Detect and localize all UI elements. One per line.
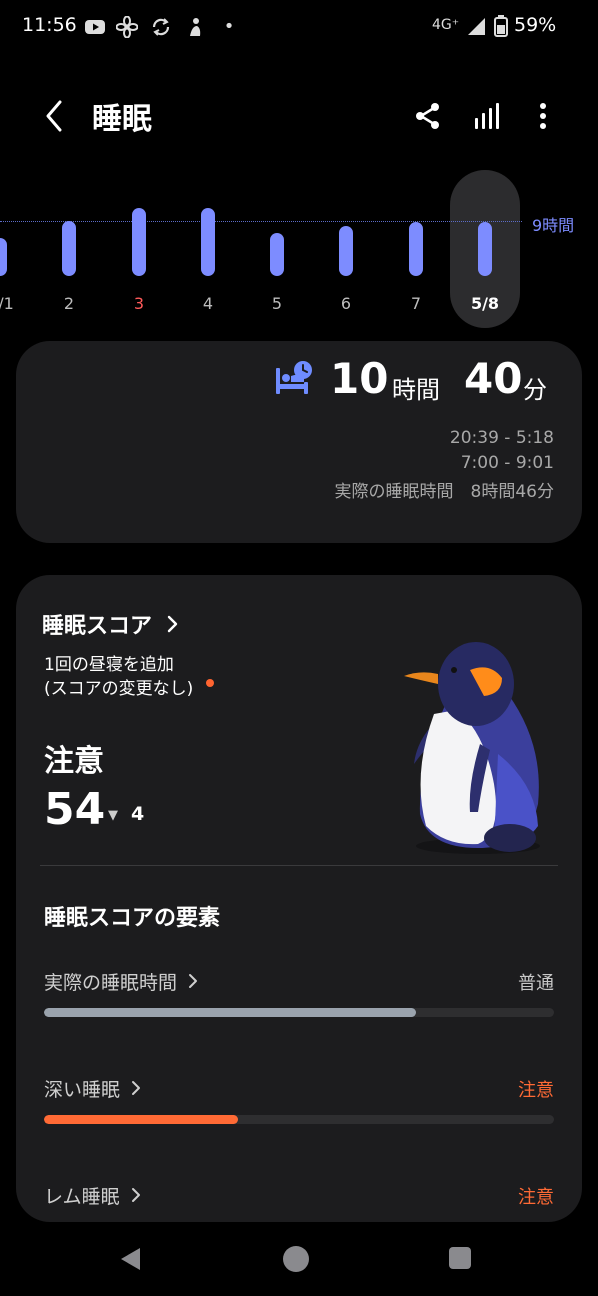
chart-bar[interactable]	[0, 237, 7, 276]
chevron-right-icon	[167, 615, 178, 633]
factor-progress-fill	[44, 1115, 238, 1124]
factor-label: レム睡眠	[44, 1186, 120, 1208]
nap-note: 1回の昼寝を追加	[44, 655, 174, 675]
nav-back-icon[interactable]	[118, 1246, 144, 1272]
chevron-right-icon	[131, 1188, 140, 1202]
more-icon	[540, 103, 546, 129]
battery-percentage: 59%	[514, 14, 557, 36]
dot-icon: •	[223, 16, 235, 37]
chart-bar[interactable]	[409, 222, 423, 276]
fan-icon	[116, 16, 138, 38]
total-sleep-minutes: 40	[464, 354, 523, 403]
nap-note-detail: (スコアの変更なし)	[44, 679, 194, 699]
back-button[interactable]	[36, 94, 76, 138]
figure-icon	[190, 18, 201, 36]
factor-status: 普通	[518, 973, 554, 994]
page-title: 睡眠	[92, 102, 152, 137]
minutes-unit: 分	[523, 376, 547, 404]
nav-home-icon[interactable]	[283, 1246, 309, 1272]
chart-bar[interactable]	[270, 233, 284, 276]
share-button[interactable]	[410, 98, 446, 134]
youtube-icon	[85, 20, 105, 34]
factor-label: 深い睡眠	[44, 1079, 121, 1101]
down-triangle-icon: ▼	[108, 808, 118, 823]
chart-day-label[interactable]: 4	[188, 294, 228, 313]
sleep-period-1: 20:39 - 5:18	[449, 428, 554, 448]
network-type: 4G⁺	[432, 17, 460, 33]
score-value: 54	[44, 784, 106, 835]
chart-bar[interactable]	[201, 207, 215, 276]
signal-icon	[468, 18, 485, 35]
chart-day-label[interactable]: 7	[396, 294, 436, 313]
factor-link[interactable]: 深い睡眠	[44, 1075, 144, 1102]
score-change: 4	[131, 803, 145, 825]
factor-progress-fill	[44, 1008, 417, 1017]
factor-label: 実際の睡眠時間	[44, 972, 178, 994]
factor-progress-track	[44, 1115, 554, 1124]
stats-icon	[475, 103, 499, 129]
status-time: 11:56	[22, 14, 77, 36]
factor-status: 注意	[518, 1080, 554, 1101]
chart-day-label[interactable]: 2	[49, 294, 89, 313]
divider	[40, 865, 558, 866]
chart-bar[interactable]	[478, 222, 492, 276]
score-status: 注意	[44, 744, 104, 779]
sleep-score-link[interactable]: 睡眠スコア	[42, 608, 181, 640]
nav-recents-icon[interactable]	[449, 1247, 471, 1269]
status-bar: 11:56 • 4G⁺ 59%	[0, 0, 598, 54]
chart-day-label[interactable]: 3	[119, 294, 159, 313]
battery-icon	[494, 15, 508, 37]
bed-clock-icon	[276, 361, 312, 394]
sleep-score-title: 睡眠スコア	[42, 614, 153, 639]
sync-icon	[152, 18, 170, 36]
sleep-period-2: 7:00 - 9:01	[460, 453, 554, 473]
share-icon	[416, 103, 439, 129]
factor-progress-track	[44, 1008, 554, 1017]
chart-day-label[interactable]: /1	[0, 294, 26, 313]
factor-link[interactable]: レム睡眠	[44, 1182, 144, 1209]
factor-link[interactable]: 実際の睡眠時間	[44, 968, 201, 995]
chevron-left-icon	[46, 100, 62, 132]
chart-day-label[interactable]: 6	[326, 294, 366, 313]
chart-day-label[interactable]: 5/8	[465, 294, 505, 313]
chevron-right-icon	[189, 974, 198, 988]
factor-status: 注意	[518, 1187, 554, 1208]
more-options-button[interactable]	[528, 98, 558, 134]
sleep-chart[interactable]	[0, 160, 598, 340]
hours-unit: 時間	[392, 376, 440, 404]
chart-bar[interactable]	[132, 207, 146, 276]
stats-button[interactable]	[470, 98, 506, 134]
factors-title: 睡眠スコアの要素	[44, 906, 221, 931]
chart-day-label[interactable]: 5	[257, 294, 297, 313]
actual-sleep-time: 実際の睡眠時間 8時間46分	[334, 482, 554, 502]
chart-bar[interactable]	[62, 220, 76, 276]
new-indicator-dot	[206, 679, 214, 687]
total-sleep-hours: 10	[330, 354, 389, 403]
chart-bar[interactable]	[339, 226, 353, 276]
chevron-right-icon	[132, 1081, 141, 1095]
penguin-mascot-icon	[404, 642, 540, 854]
